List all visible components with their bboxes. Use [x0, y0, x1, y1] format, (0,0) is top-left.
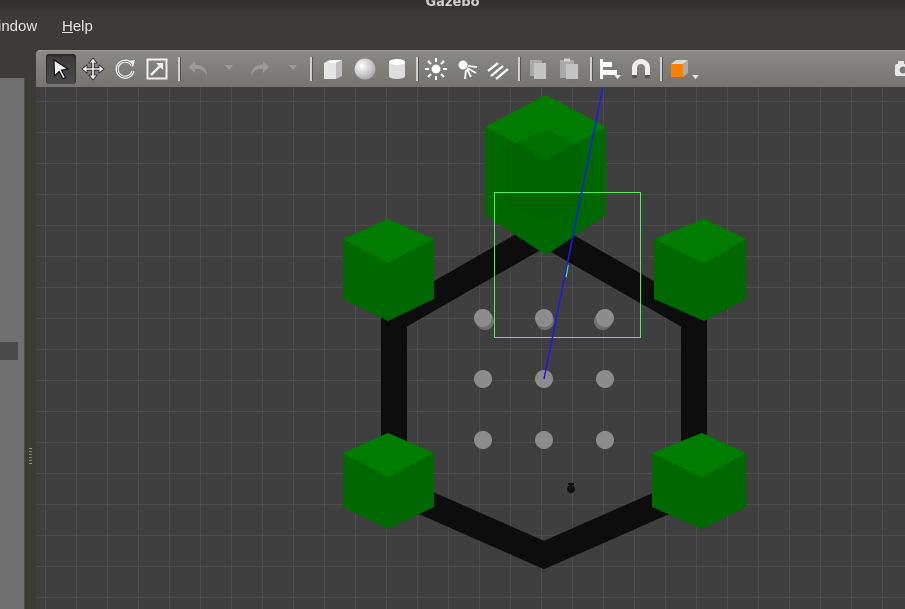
sphere[interactable]: [535, 309, 554, 330]
3d-viewport[interactable]: [36, 87, 905, 609]
copy-button[interactable]: [523, 54, 553, 84]
scale-icon: [146, 58, 168, 80]
point-light-button[interactable]: [421, 54, 451, 84]
paste-icon: [560, 58, 578, 79]
main-toolbar: [36, 50, 905, 88]
move-arrows-icon: [81, 57, 105, 81]
left-side-panel[interactable]: [0, 78, 25, 609]
copy-icon: [530, 60, 546, 79]
undo-dropdown-chevron-icon[interactable]: [225, 65, 233, 71]
sphere-icon: [354, 58, 376, 80]
camera-icon: [895, 61, 905, 76]
toolbar-separator: [178, 57, 181, 81]
box-shape-button[interactable]: [318, 54, 348, 84]
translate-mode-button[interactable]: [78, 54, 108, 84]
left-panel-collapse-tab[interactable]: [0, 342, 18, 360]
menu-window[interactable]: Window: [0, 18, 37, 35]
view-angle-dropdown-chevron-icon[interactable]: [692, 75, 699, 80]
hexagon-wall[interactable]: [381, 218, 707, 570]
point-light-icon: [425, 58, 447, 80]
panel-splitter-handle[interactable]: [29, 448, 32, 466]
toolbar-separator: [518, 57, 521, 81]
paste-button[interactable]: [554, 54, 584, 84]
rotate-icon: [115, 59, 135, 79]
box-icon: [324, 60, 342, 79]
sphere[interactable]: [594, 309, 614, 330]
sphere[interactable]: [474, 370, 492, 388]
cylinder-icon: [389, 59, 405, 79]
menu-help-mnemonic: H: [62, 18, 73, 35]
sphere[interactable]: [474, 431, 492, 449]
magnet-icon: [632, 59, 650, 78]
window-title: Gazebo: [425, 0, 480, 10]
spot-light-icon: [458, 60, 478, 80]
toolbar-separator: [590, 57, 593, 81]
directional-light-button[interactable]: [483, 54, 513, 84]
robot-model[interactable]: [567, 483, 575, 493]
sphere-shape-button[interactable]: [350, 54, 380, 84]
select-mode-button[interactable]: [46, 54, 76, 84]
align-dropdown-chevron-icon[interactable]: [614, 75, 621, 80]
sphere[interactable]: [535, 431, 553, 449]
snap-button[interactable]: [626, 54, 656, 84]
spot-light-button[interactable]: [452, 54, 482, 84]
sphere[interactable]: [596, 370, 614, 388]
sphere[interactable]: [474, 309, 494, 330]
screenshot-button[interactable]: [884, 54, 905, 84]
scale-mode-button[interactable]: [142, 54, 172, 84]
menu-help-label: elp: [72, 18, 93, 35]
rotate-mode-button[interactable]: [110, 54, 140, 84]
toolbar-separator: [310, 57, 313, 81]
tree-top[interactable]: [485, 95, 606, 255]
directional-light-icon: [487, 62, 509, 80]
toolbar-separator: [416, 57, 419, 81]
redo-icon: [251, 61, 269, 76]
view-angle-button[interactable]: [664, 54, 694, 84]
undo-button[interactable]: [184, 54, 214, 84]
redo-dropdown-chevron-icon[interactable]: [289, 65, 297, 71]
cylinder-shape-button[interactable]: [382, 54, 412, 84]
menu-bar: Window Help: [0, 12, 905, 44]
toolbar-separator: [660, 57, 663, 81]
menu-window-label: indow: [0, 18, 38, 35]
cursor-arrow-icon: [53, 58, 70, 80]
scene-render[interactable]: [36, 87, 905, 609]
undo-icon: [189, 61, 207, 76]
window-titlebar: Gazebo: [0, 0, 905, 12]
view-cube-icon: [671, 60, 688, 77]
redo-button[interactable]: [244, 54, 274, 84]
sphere[interactable]: [596, 431, 614, 449]
menu-help[interactable]: Help: [62, 18, 93, 35]
